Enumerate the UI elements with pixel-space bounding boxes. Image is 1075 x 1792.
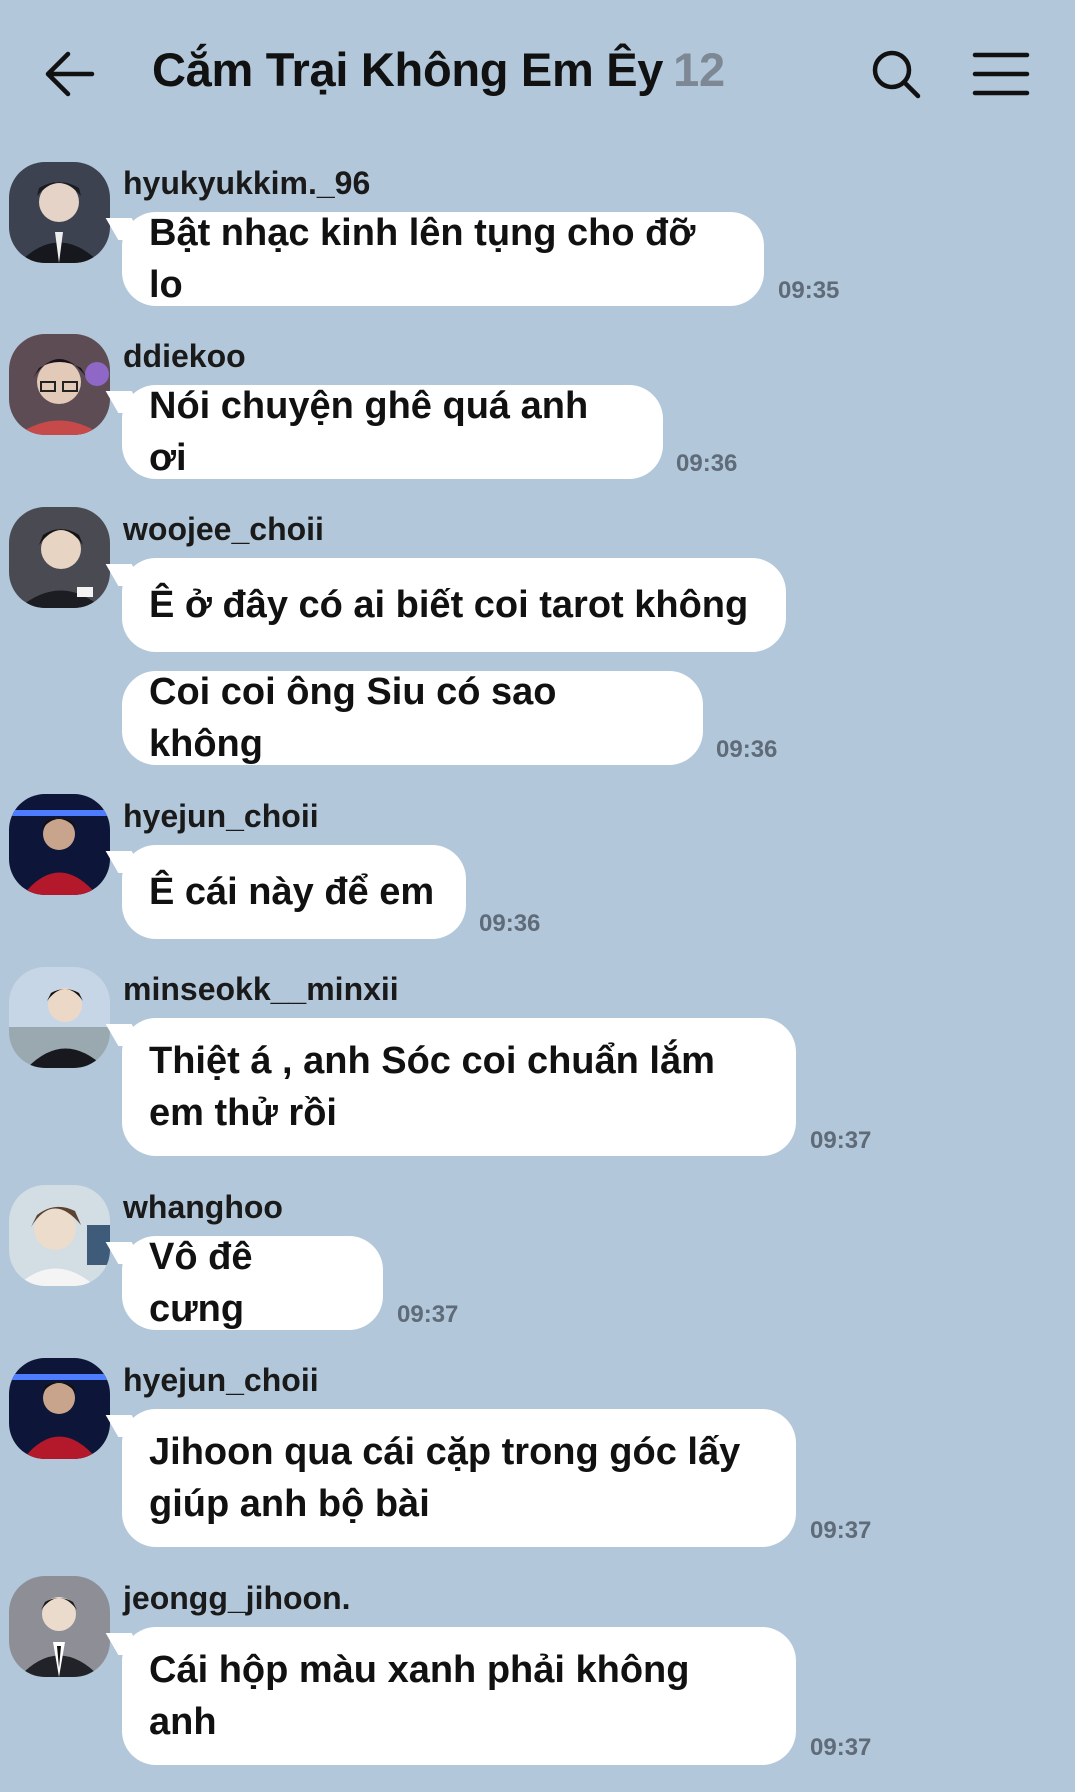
user-avatar-icon — [9, 1185, 110, 1286]
message-bubble[interactable]: Jihoon qua cái cặp trong góc lấy giúp an… — [122, 1409, 796, 1547]
message-username: jeongg_jihoon. — [123, 1580, 351, 1616]
message-bubble[interactable]: Thiệt á , anh Sóc coi chuẩn lắm em thử r… — [122, 1018, 796, 1156]
arrow-left-icon — [45, 51, 95, 97]
avatar[interactable] — [9, 1358, 110, 1459]
user-avatar-icon — [9, 1576, 110, 1677]
avatar[interactable] — [9, 334, 110, 435]
back-button[interactable] — [44, 48, 96, 100]
avatar[interactable] — [9, 794, 110, 895]
user-avatar-icon — [9, 794, 110, 895]
message-time: 09:36 — [716, 736, 778, 763]
message-bubble[interactable]: Cái hộp màu xanh phải không anh — [122, 1627, 796, 1765]
message-time: 09:37 — [810, 1517, 872, 1544]
avatar[interactable] — [9, 1185, 110, 1286]
menu-button[interactable] — [972, 50, 1030, 98]
message-time: 09:35 — [778, 277, 840, 304]
chat-header: Cắm Trại Không Em Êy 12 — [0, 0, 1075, 150]
message-time: 09:37 — [397, 1301, 459, 1328]
message-username: hyukyukkim._96 — [123, 165, 371, 201]
avatar[interactable] — [9, 162, 110, 263]
message-bubble[interactable]: Nói chuyện ghê quá anh ơi — [122, 385, 663, 479]
message-username: hyejun_choii — [123, 798, 319, 834]
avatar[interactable] — [9, 507, 110, 608]
message-bubble[interactable]: Coi coi ông Siu có sao không — [122, 671, 703, 765]
message-username: hyejun_choii — [123, 1362, 319, 1398]
message-username: ddiekoo — [123, 338, 246, 374]
message-bubble[interactable]: Ê cái này để em — [122, 845, 466, 939]
user-avatar-icon — [9, 967, 110, 1068]
search-icon — [872, 50, 921, 99]
user-avatar-icon — [9, 162, 110, 263]
avatar[interactable] — [9, 1576, 110, 1677]
user-avatar-icon — [9, 507, 110, 608]
message-time: 09:36 — [479, 910, 541, 937]
hamburger-menu-icon — [972, 52, 1030, 96]
member-count: 12 — [673, 43, 725, 96]
message-time: 09:37 — [810, 1127, 872, 1154]
message-username: woojee_choii — [123, 511, 324, 547]
message-username: minseokk__minxii — [123, 971, 399, 1007]
user-avatar-icon — [9, 334, 110, 435]
chat-title: Cắm Trại Không Em Êy 12 — [152, 42, 725, 97]
message-time: 09:36 — [676, 450, 738, 477]
message-username: whanghoo — [123, 1189, 283, 1225]
message-bubble[interactable]: Ê ở đây có ai biết coi tarot không — [122, 558, 786, 652]
message-bubble[interactable]: Vô đê cưng — [122, 1236, 383, 1330]
avatar[interactable] — [9, 967, 110, 1068]
message-time: 09:37 — [810, 1734, 872, 1761]
message-bubble[interactable]: Bật nhạc kinh lên tụng cho đỡ lo — [122, 212, 764, 306]
chat-title-text: Cắm Trại Không Em Êy — [152, 43, 664, 96]
search-button[interactable] — [870, 48, 922, 100]
user-avatar-icon — [9, 1358, 110, 1459]
